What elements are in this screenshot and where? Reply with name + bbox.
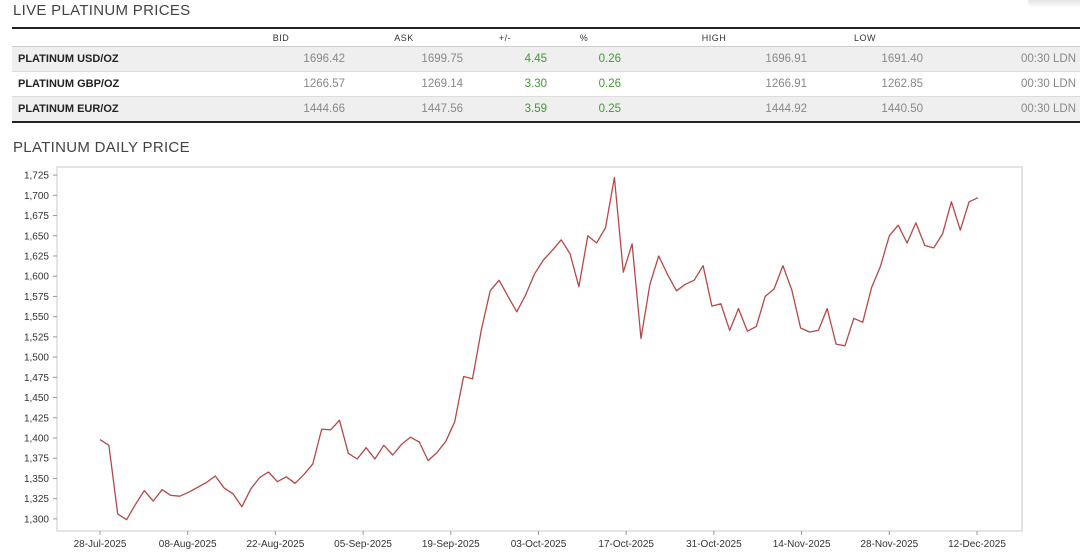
row-ask: 1447.56: [421, 102, 463, 115]
live-prices-table: BID ASK +/- % HIGH LOW PLATINUM USD/OZ 1…: [12, 27, 1080, 123]
y-tick-label: 1,475: [24, 373, 49, 384]
column-header-low: LOW: [853, 32, 876, 43]
y-tick-label: 1,300: [24, 514, 49, 525]
x-tick-label: 28-Jul-2025: [74, 539, 127, 550]
table-header-row: BID ASK +/- % HIGH LOW: [12, 28, 1080, 47]
row-low: 1691.40: [881, 53, 923, 65]
y-tick-label: 1,500: [24, 353, 49, 364]
y-tick-label: 1,725: [24, 171, 49, 182]
column-header-change: +/-: [498, 32, 512, 43]
y-tick-label: 1,575: [24, 292, 49, 303]
y-tick-label: 1,425: [24, 413, 49, 424]
row-name: PLATINUM EUR/OZ: [18, 102, 119, 115]
x-tick-label: 14-Nov-2025: [773, 539, 831, 550]
x-tick-label: 19-Sep-2025: [422, 539, 480, 550]
x-tick-label: 08-Aug-2025: [159, 539, 217, 550]
y-tick-label: 1,375: [24, 454, 49, 465]
row-ask: 1269.14: [421, 78, 463, 90]
row-change: 4.45: [524, 53, 547, 65]
y-tick-label: 1,600: [24, 272, 49, 283]
x-tick-label: 12-Dec-2025: [948, 539, 1006, 550]
row-bid: 1266.57: [303, 78, 345, 90]
column-header-name: [12, 28, 217, 47]
row-time: 00:30 LDN: [1021, 102, 1076, 115]
x-tick-label: 31-Oct-2025: [686, 539, 742, 550]
table-row: PLATINUM GBP/OZ 1266.57 1269.14 3.30 0.2…: [12, 72, 1080, 97]
column-header-ask: ASK: [394, 32, 414, 43]
column-header-percent: %: [579, 32, 589, 43]
row-high: 1696.91: [765, 53, 807, 65]
y-tick-label: 1,550: [24, 312, 49, 323]
x-tick-label: 17-Oct-2025: [598, 539, 654, 550]
y-tick-label: 1,650: [24, 231, 49, 242]
x-tick-label: 28-Nov-2025: [860, 539, 918, 550]
table-row: PLATINUM USD/OZ 1696.42 1699.75 4.45 0.2…: [12, 46, 1080, 72]
y-tick-label: 1,325: [24, 494, 49, 505]
row-percent: 0.26: [598, 78, 621, 90]
y-tick-label: 1,400: [24, 433, 49, 444]
column-header-high: HIGH: [701, 32, 727, 43]
row-bid: 1444.66: [303, 102, 345, 115]
row-low: 1262.85: [881, 78, 923, 90]
x-tick-label: 03-Oct-2025: [511, 539, 567, 550]
chart-title: PLATINUM DAILY PRICE: [13, 139, 190, 156]
column-header-bid: BID: [272, 32, 290, 43]
table-row: PLATINUM EUR/OZ 1444.66 1447.56 3.59 0.2…: [12, 96, 1080, 122]
row-time: 00:30 LDN: [1021, 53, 1076, 65]
live-prices-title: LIVE PLATINUM PRICES: [13, 2, 191, 19]
row-ask: 1699.75: [421, 53, 463, 65]
row-high: 1444.92: [765, 102, 807, 115]
row-change: 3.59: [524, 102, 547, 115]
column-header-time: [923, 28, 1080, 47]
x-tick-label: 22-Aug-2025: [246, 539, 304, 550]
y-axis: 1,300 1,325 1,350 1,375 1,400 1,425 1,450 1,475…: [24, 171, 57, 525]
y-tick-label: 1,350: [24, 474, 49, 485]
row-high: 1266.91: [765, 78, 807, 90]
y-tick-label: 1,700: [24, 191, 49, 202]
y-tick-label: 1,450: [24, 393, 49, 404]
y-tick-label: 1,525: [24, 332, 49, 343]
row-time: 00:30 LDN: [1021, 78, 1076, 90]
row-low: 1440.50: [881, 102, 923, 115]
plot-frame: [56, 166, 1023, 532]
y-tick-label: 1,625: [24, 251, 49, 262]
y-tick-label: 1,675: [24, 211, 49, 222]
x-tick-label: 05-Sep-2025: [334, 539, 392, 550]
corner-shadow: [1028, 0, 1080, 8]
row-percent: 0.26: [598, 53, 621, 65]
row-name: PLATINUM USD/OZ: [18, 53, 119, 65]
x-axis: 28-Jul-2025 08-Aug-2025 22-Aug-2025 05-Sep-…: [74, 531, 1006, 550]
row-name: PLATINUM GBP/OZ: [18, 78, 120, 90]
platinum-daily-chart: 1,300 1,325 1,350 1,375 1,400 1,425 1,450 1,475…: [24, 166, 1023, 550]
row-change: 3.30: [524, 78, 547, 90]
row-bid: 1696.42: [303, 53, 345, 65]
row-percent: 0.25: [598, 102, 621, 115]
